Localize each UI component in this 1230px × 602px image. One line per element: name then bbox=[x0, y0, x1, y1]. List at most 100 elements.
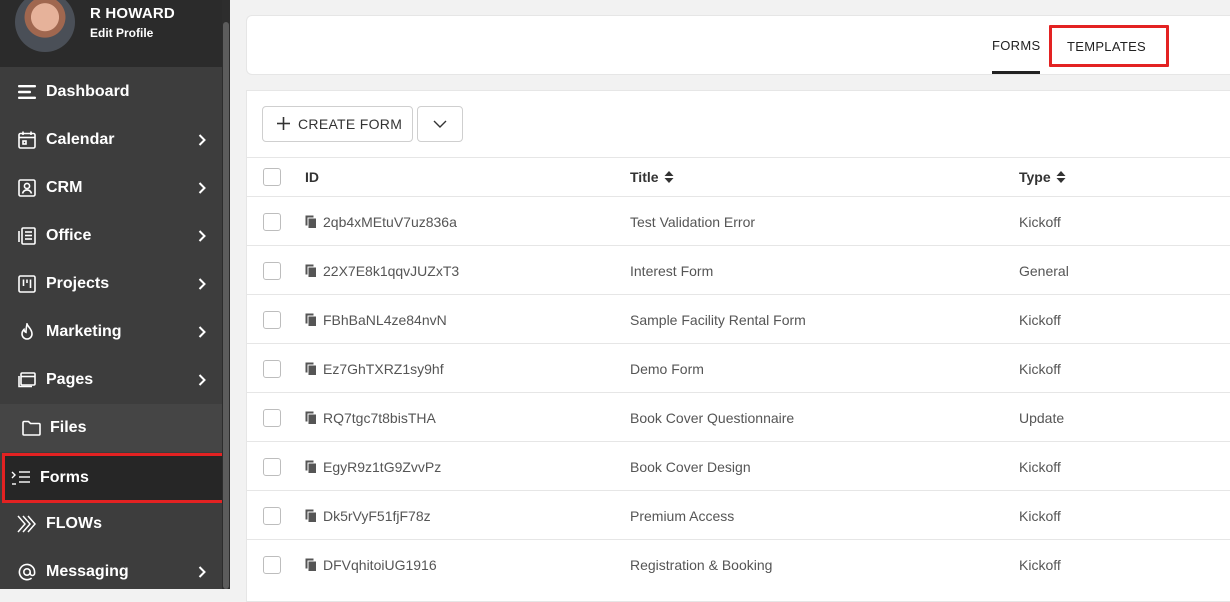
row-title[interactable]: Demo Form bbox=[630, 361, 704, 377]
chevron-right-icon bbox=[192, 326, 212, 338]
table-row[interactable]: Dk5rVyF51fjF78z Premium Access Kickoff bbox=[247, 490, 1230, 540]
sidebar-item-crm[interactable]: CRM bbox=[0, 164, 222, 212]
sidebar-item-label: Dashboard bbox=[46, 83, 130, 100]
row-id-cell: DFVqhitoiUG1916 bbox=[305, 557, 437, 573]
row-id: Ez7GhTXRZ1sy9hf bbox=[323, 360, 444, 377]
row-checkbox[interactable] bbox=[263, 212, 281, 231]
create-options-dropdown-button[interactable] bbox=[417, 106, 463, 142]
chevron-right-icon bbox=[192, 566, 212, 578]
sidebar-item-office[interactable]: Office bbox=[0, 212, 222, 260]
row-type: General bbox=[1019, 262, 1069, 279]
sidebar-item-dashboard[interactable]: Dashboard bbox=[0, 68, 222, 116]
sidebar-item-label: Projects bbox=[46, 275, 110, 292]
row-checkbox[interactable] bbox=[263, 457, 281, 476]
row-title[interactable]: Registration & Booking bbox=[630, 557, 772, 573]
table-row[interactable]: FBhBaNL4ze84nvN Sample Facility Rental F… bbox=[247, 294, 1230, 344]
scrollbar-thumb[interactable] bbox=[223, 22, 229, 589]
create-form-button[interactable]: CREATE FORM bbox=[262, 106, 413, 142]
document-copy-icon[interactable] bbox=[305, 215, 317, 229]
sidebar-item-projects[interactable]: Projects bbox=[0, 260, 222, 308]
pages-icon bbox=[17, 370, 37, 390]
tab-templates[interactable]: TEMPLATES bbox=[1049, 25, 1170, 67]
column-header-type[interactable]: Type bbox=[1019, 169, 1066, 185]
sidebar-item-messaging[interactable]: Messaging bbox=[0, 548, 222, 589]
row-id-cell: Ez7GhTXRZ1sy9hf bbox=[305, 361, 444, 377]
row-type: Update bbox=[1019, 409, 1065, 426]
sidebar-item-flows[interactable]: FLOWs bbox=[0, 500, 222, 548]
sidebar-item-files[interactable]: Files bbox=[0, 404, 222, 452]
sidebar-item-forms[interactable]: Forms bbox=[2, 453, 226, 503]
row-type: Kickoff bbox=[1019, 507, 1061, 524]
row-title[interactable]: Sample Facility Rental Form bbox=[630, 312, 806, 328]
sidebar-item-label: Calendar bbox=[46, 131, 115, 148]
at-sign-icon bbox=[17, 562, 37, 582]
table-row[interactable]: RQ7tgc7t8bisTHA Book Cover Questionnaire… bbox=[247, 392, 1230, 442]
row-title[interactable]: Book Cover Design bbox=[630, 459, 751, 475]
row-title[interactable]: Interest Form bbox=[630, 263, 713, 279]
document-copy-icon[interactable] bbox=[305, 264, 317, 278]
sidebar-item-label: Forms bbox=[40, 469, 89, 486]
column-header-label: Title bbox=[630, 169, 659, 185]
document-copy-icon[interactable] bbox=[305, 362, 317, 376]
chevron-right-icon bbox=[192, 134, 212, 146]
office-icon bbox=[17, 226, 37, 246]
row-checkbox[interactable] bbox=[263, 261, 281, 280]
row-id-cell: FBhBaNL4ze84nvN bbox=[305, 312, 447, 328]
column-header-id: ID bbox=[305, 169, 319, 185]
contact-card-icon bbox=[17, 178, 37, 198]
row-title[interactable]: Test Validation Error bbox=[630, 214, 755, 230]
row-id: EgyR9z1tG9ZvvPz bbox=[323, 458, 442, 475]
kanban-icon bbox=[17, 274, 37, 294]
calendar-icon bbox=[17, 130, 37, 150]
row-id: FBhBaNL4ze84nvN bbox=[323, 311, 447, 328]
column-header-title[interactable]: Title bbox=[630, 169, 674, 185]
row-id: RQ7tgc7t8bisTHA bbox=[323, 409, 436, 426]
sidebar-item-label: Messaging bbox=[46, 563, 129, 580]
avatar[interactable] bbox=[15, 0, 75, 52]
chevron-down-icon bbox=[433, 120, 447, 128]
profile-header: R HOWARD Edit Profile bbox=[0, 0, 230, 67]
document-copy-icon[interactable] bbox=[305, 509, 317, 523]
sidebar-item-marketing[interactable]: Marketing bbox=[0, 308, 222, 356]
sidebar-item-calendar[interactable]: Calendar bbox=[0, 116, 222, 164]
table-row[interactable]: EgyR9z1tG9ZvvPz Book Cover Design Kickof… bbox=[247, 441, 1230, 491]
folder-icon bbox=[21, 418, 41, 438]
row-id: 22X7E8k1qqvJUZxT3 bbox=[323, 262, 460, 279]
document-copy-icon[interactable] bbox=[305, 411, 317, 425]
table-row[interactable]: 22X7E8k1qqvJUZxT3 Interest Form General bbox=[247, 245, 1230, 295]
sidebar-item-label: Pages bbox=[46, 371, 94, 388]
sidebar-item-label: FLOWs bbox=[46, 515, 102, 532]
table-row[interactable]: 2qb4xMEtuV7uz836a Test Validation Error … bbox=[247, 196, 1230, 246]
row-type: Kickoff bbox=[1019, 556, 1061, 573]
row-checkbox[interactable] bbox=[263, 555, 281, 574]
row-checkbox[interactable] bbox=[263, 408, 281, 427]
sidebar-item-label: CRM bbox=[46, 179, 83, 196]
row-id-cell: 22X7E8k1qqvJUZxT3 bbox=[305, 263, 459, 279]
document-copy-icon[interactable] bbox=[305, 313, 317, 327]
edit-profile-link[interactable]: Edit Profile bbox=[90, 26, 153, 40]
row-id: 2qb4xMEtuV7uz836a bbox=[323, 213, 457, 230]
table-row[interactable]: Ez7GhTXRZ1sy9hf Demo Form Kickoff bbox=[247, 343, 1230, 393]
table-header-row: ID Title Type bbox=[247, 157, 1230, 196]
row-type: Kickoff bbox=[1019, 458, 1061, 475]
flows-chevrons-icon bbox=[17, 514, 37, 534]
forms-table-card: CREATE FORM ID Title Type 2qb4xMEtuV7uz8… bbox=[246, 90, 1230, 602]
document-copy-icon[interactable] bbox=[305, 558, 317, 572]
row-title[interactable]: Premium Access bbox=[630, 508, 734, 524]
row-checkbox[interactable] bbox=[263, 359, 281, 378]
select-all-checkbox[interactable] bbox=[263, 168, 281, 186]
sort-icon bbox=[664, 170, 674, 184]
chevron-right-icon bbox=[192, 182, 212, 194]
row-checkbox[interactable] bbox=[263, 310, 281, 329]
row-id-cell: RQ7tgc7t8bisTHA bbox=[305, 410, 436, 426]
tab-forms[interactable]: FORMS bbox=[992, 16, 1041, 74]
document-copy-icon[interactable] bbox=[305, 460, 317, 474]
table-row[interactable]: DFVqhitoiUG1916 Registration & Booking K… bbox=[247, 539, 1230, 589]
sort-icon bbox=[1056, 170, 1066, 184]
create-form-label: CREATE FORM bbox=[298, 116, 403, 132]
sidebar-item-label: Office bbox=[46, 227, 92, 244]
row-checkbox[interactable] bbox=[263, 506, 281, 525]
sidebar-scrollbar[interactable] bbox=[222, 0, 230, 589]
row-title[interactable]: Book Cover Questionnaire bbox=[630, 410, 794, 426]
sidebar-item-pages[interactable]: Pages bbox=[0, 356, 222, 404]
